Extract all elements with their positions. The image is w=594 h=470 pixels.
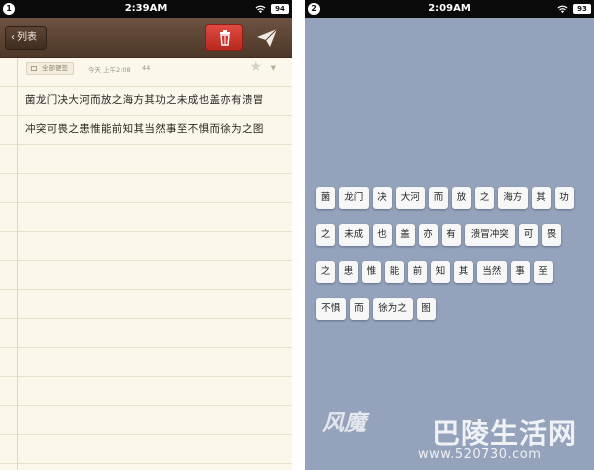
word-tile[interactable]: 其 bbox=[531, 187, 551, 209]
wifi-icon bbox=[255, 5, 266, 14]
word-tile[interactable]: 畏 bbox=[542, 224, 561, 246]
note-body[interactable] bbox=[0, 58, 292, 470]
word-tile[interactable]: 患 bbox=[339, 261, 358, 283]
word-tile[interactable]: 未成 bbox=[339, 224, 369, 246]
tile-row: 之未成也盖亦有溃冒冲突可畏 bbox=[316, 224, 586, 246]
word-tile-grid: 菌龙门决大河而放之海方其功之未成也盖亦有溃冒冲突可畏之患惟能前知其当然事至不惧而… bbox=[316, 187, 586, 335]
notes-editor-screen: 1 2:39AM 94 ‹ 列表 全部便签 今天 上午2:08 44 ★ ▼ 菌… bbox=[0, 0, 292, 470]
word-tiles-screen: 2 2:09AM 93 菌龙门决大河而放之海方其功之未成也盖亦有溃冒冲突可畏之患… bbox=[305, 0, 594, 470]
nav-bar: ‹ 列表 bbox=[0, 18, 292, 58]
trash-icon bbox=[220, 30, 230, 46]
word-tile[interactable]: 亦 bbox=[418, 224, 438, 246]
word-tile[interactable]: 能 bbox=[385, 261, 404, 283]
status-time: 2:09AM bbox=[428, 3, 471, 14]
word-tile[interactable]: 图 bbox=[416, 298, 436, 320]
star-icon[interactable]: ★ bbox=[249, 59, 262, 75]
word-tile[interactable]: 决 bbox=[372, 187, 392, 209]
margin-line bbox=[17, 58, 18, 470]
word-tile[interactable]: 之 bbox=[316, 261, 335, 283]
word-tile[interactable]: 当然 bbox=[477, 261, 507, 283]
word-tile[interactable]: 而 bbox=[349, 298, 369, 320]
char-count: 44 bbox=[142, 64, 151, 72]
battery-indicator: 94 bbox=[271, 4, 289, 14]
word-tile[interactable]: 有 bbox=[441, 224, 461, 246]
folder-icon bbox=[31, 66, 37, 71]
word-tile[interactable]: 溃冒冲突 bbox=[464, 224, 515, 246]
word-tile[interactable]: 知 bbox=[431, 261, 450, 283]
battery-indicator: 93 bbox=[573, 4, 591, 14]
category-label: 全部便签 bbox=[42, 64, 68, 72]
chevron-down-icon[interactable]: ▼ bbox=[271, 64, 276, 72]
word-tile[interactable]: 徐为之 bbox=[372, 298, 413, 320]
word-tile[interactable]: 菌 bbox=[316, 187, 335, 209]
tile-row: 不惧而徐为之图 bbox=[316, 298, 586, 320]
back-to-list-button[interactable]: ‹ 列表 bbox=[5, 26, 47, 50]
word-tile[interactable]: 而 bbox=[429, 187, 448, 209]
tile-row: 菌龙门决大河而放之海方其功 bbox=[316, 187, 586, 209]
word-tile[interactable]: 不惧 bbox=[316, 298, 346, 320]
word-tile[interactable]: 龙门 bbox=[339, 187, 369, 209]
tile-row: 之患惟能前知其当然事至 bbox=[316, 261, 586, 283]
status-time: 2:39AM bbox=[124, 3, 168, 14]
note-timestamp: 今天 上午2:08 bbox=[88, 66, 131, 74]
word-tile[interactable]: 至 bbox=[533, 261, 553, 283]
note-text-line: 菌龙门决大河而放之海方其功之未成也盖亦有溃冒 bbox=[25, 94, 264, 106]
word-tile[interactable]: 其 bbox=[454, 261, 473, 283]
wifi-icon bbox=[557, 5, 568, 14]
word-tile[interactable]: 海方 bbox=[498, 187, 528, 209]
word-tile[interactable]: 大河 bbox=[395, 187, 425, 209]
word-tile[interactable]: 放 bbox=[452, 187, 471, 209]
word-tile[interactable]: 可 bbox=[519, 224, 538, 246]
word-tile[interactable]: 也 bbox=[372, 224, 392, 246]
watermark-left: 风魔 bbox=[322, 411, 367, 436]
word-tile[interactable]: 惟 bbox=[362, 261, 381, 283]
word-tile[interactable]: 之 bbox=[316, 224, 335, 246]
back-label: 列表 bbox=[17, 32, 37, 43]
category-tag[interactable]: 全部便签 bbox=[26, 62, 74, 75]
chevron-left-icon: ‹ bbox=[11, 32, 15, 43]
note-text-line: 冲突可畏之患惟能前知其当然事至不惧而徐为之图 bbox=[25, 123, 264, 135]
word-tile[interactable]: 之 bbox=[475, 187, 494, 209]
word-tile[interactable]: 盖 bbox=[395, 224, 415, 246]
word-tile[interactable]: 前 bbox=[408, 261, 427, 283]
paper-plane-icon[interactable] bbox=[254, 26, 280, 50]
watermark-url: www.520730.com bbox=[418, 447, 542, 462]
word-tile[interactable]: 事 bbox=[510, 261, 530, 283]
word-tile[interactable]: 功 bbox=[554, 187, 574, 209]
delete-button[interactable] bbox=[205, 24, 243, 51]
status-bar: 2 2:09AM 93 bbox=[305, 0, 594, 18]
status-bar: 1 2:39AM 94 bbox=[0, 0, 292, 18]
note-meta: 全部便签 今天 上午2:08 44 ★ ▼ bbox=[24, 59, 284, 76]
watermark-brand: 巴陵生活网 bbox=[432, 417, 578, 450]
